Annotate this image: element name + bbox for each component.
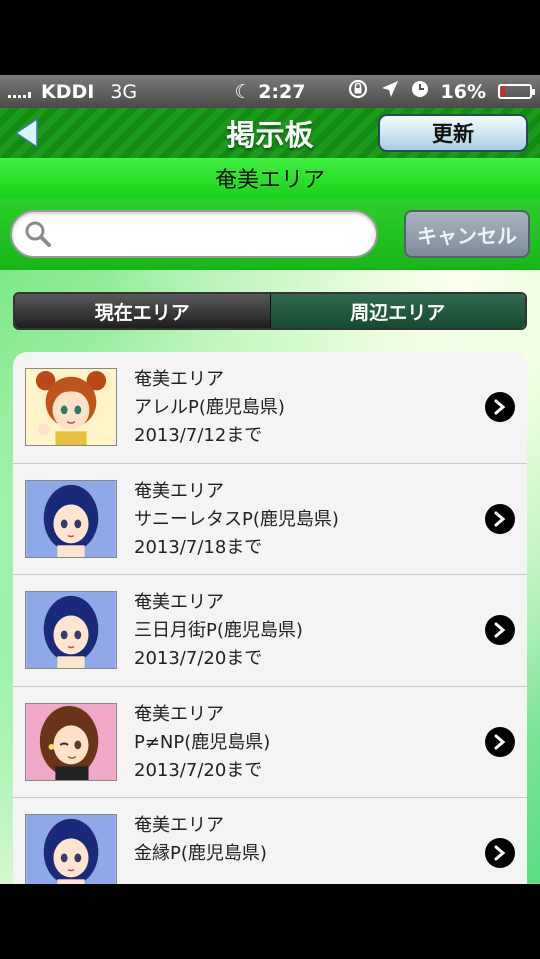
carrier-label: KDDI <box>41 80 95 103</box>
navigation-bar: 掲示板 更新 <box>0 108 540 158</box>
board-expiry: 2013/7/12まで <box>134 425 263 446</box>
list-item[interactable]: 奄美エリア P≠NP(鹿児島県) 2013/7/20まで <box>13 687 527 798</box>
list-item[interactable]: 奄美エリア 金縁P(鹿児島県) <box>13 798 527 884</box>
character-avatar-icon <box>25 479 117 558</box>
status-bar: KDDI 3G ☾ 2:27 16% <box>0 75 540 108</box>
board-area: 奄美エリア <box>134 480 224 502</box>
signal-strength-icon <box>8 86 31 98</box>
character-avatar-icon <box>25 368 117 446</box>
segment-current-area[interactable]: 現在エリア <box>15 294 270 328</box>
alarm-clock-icon <box>411 80 429 103</box>
list-item[interactable]: 奄美エリア 三日月街P(鹿児島県) 2013/7/20まで <box>13 575 527 687</box>
chevron-right-icon[interactable] <box>485 615 515 645</box>
character-avatar-icon <box>25 591 117 669</box>
search-input[interactable] <box>58 214 376 254</box>
board-area: 奄美エリア <box>134 369 224 390</box>
character-avatar-icon <box>25 814 117 884</box>
area-segmented-control: 現在エリア 周辺エリア <box>13 292 527 330</box>
board-name: P≠NP(鹿児島県) <box>134 731 271 753</box>
current-area-label: 奄美エリア <box>0 158 540 198</box>
board-name: 金縁P(鹿児島県) <box>134 843 267 864</box>
segment-nearby-area[interactable]: 周辺エリア <box>269 294 525 328</box>
list-item[interactable]: 奄美エリア アレルP(鹿児島県) 2013/7/12まで <box>13 352 527 464</box>
refresh-button[interactable]: 更新 <box>378 114 528 152</box>
cancel-button[interactable]: キャンセル <box>404 210 530 258</box>
location-arrow-icon <box>381 80 399 103</box>
chevron-right-icon[interactable] <box>485 503 515 534</box>
back-arrow-icon <box>14 117 38 149</box>
board-expiry: 2013/7/20まで <box>134 759 263 781</box>
chevron-right-icon[interactable] <box>485 392 515 422</box>
battery-percent: 16% <box>440 80 486 103</box>
board-expiry: 2013/7/20まで <box>134 648 263 669</box>
board-name: アレルP(鹿児島県) <box>134 397 285 418</box>
board-area: 奄美エリア <box>134 592 224 613</box>
rotation-lock-icon <box>347 78 369 105</box>
search-field[interactable] <box>10 210 378 258</box>
page-title: 掲示板 <box>226 118 314 152</box>
board-list: 奄美エリア アレルP(鹿児島県) 2013/7/12まで 奄美エリア サニーレタ… <box>13 352 527 884</box>
network-label: 3G <box>110 80 138 103</box>
board-name: 三日月街P(鹿児島県) <box>134 620 303 641</box>
chevron-right-icon[interactable] <box>485 726 515 757</box>
board-content: 現在エリア 周辺エリア 奄美エリア アレルP(鹿児島県) 2013/7/12まで… <box>0 270 540 884</box>
list-item[interactable]: 奄美エリア サニーレタスP(鹿児島県) 2013/7/18まで <box>13 464 527 575</box>
back-button[interactable] <box>10 116 42 150</box>
battery-icon <box>498 84 535 99</box>
board-name: サニーレタスP(鹿児島県) <box>134 508 339 530</box>
chevron-right-icon[interactable] <box>485 838 515 868</box>
board-area: 奄美エリア <box>134 703 224 725</box>
character-avatar-icon <box>25 702 117 781</box>
board-area: 奄美エリア <box>134 815 224 836</box>
search-icon <box>25 221 51 247</box>
board-expiry: 2013/7/18まで <box>134 536 263 558</box>
search-bar: キャンセル <box>0 198 540 270</box>
